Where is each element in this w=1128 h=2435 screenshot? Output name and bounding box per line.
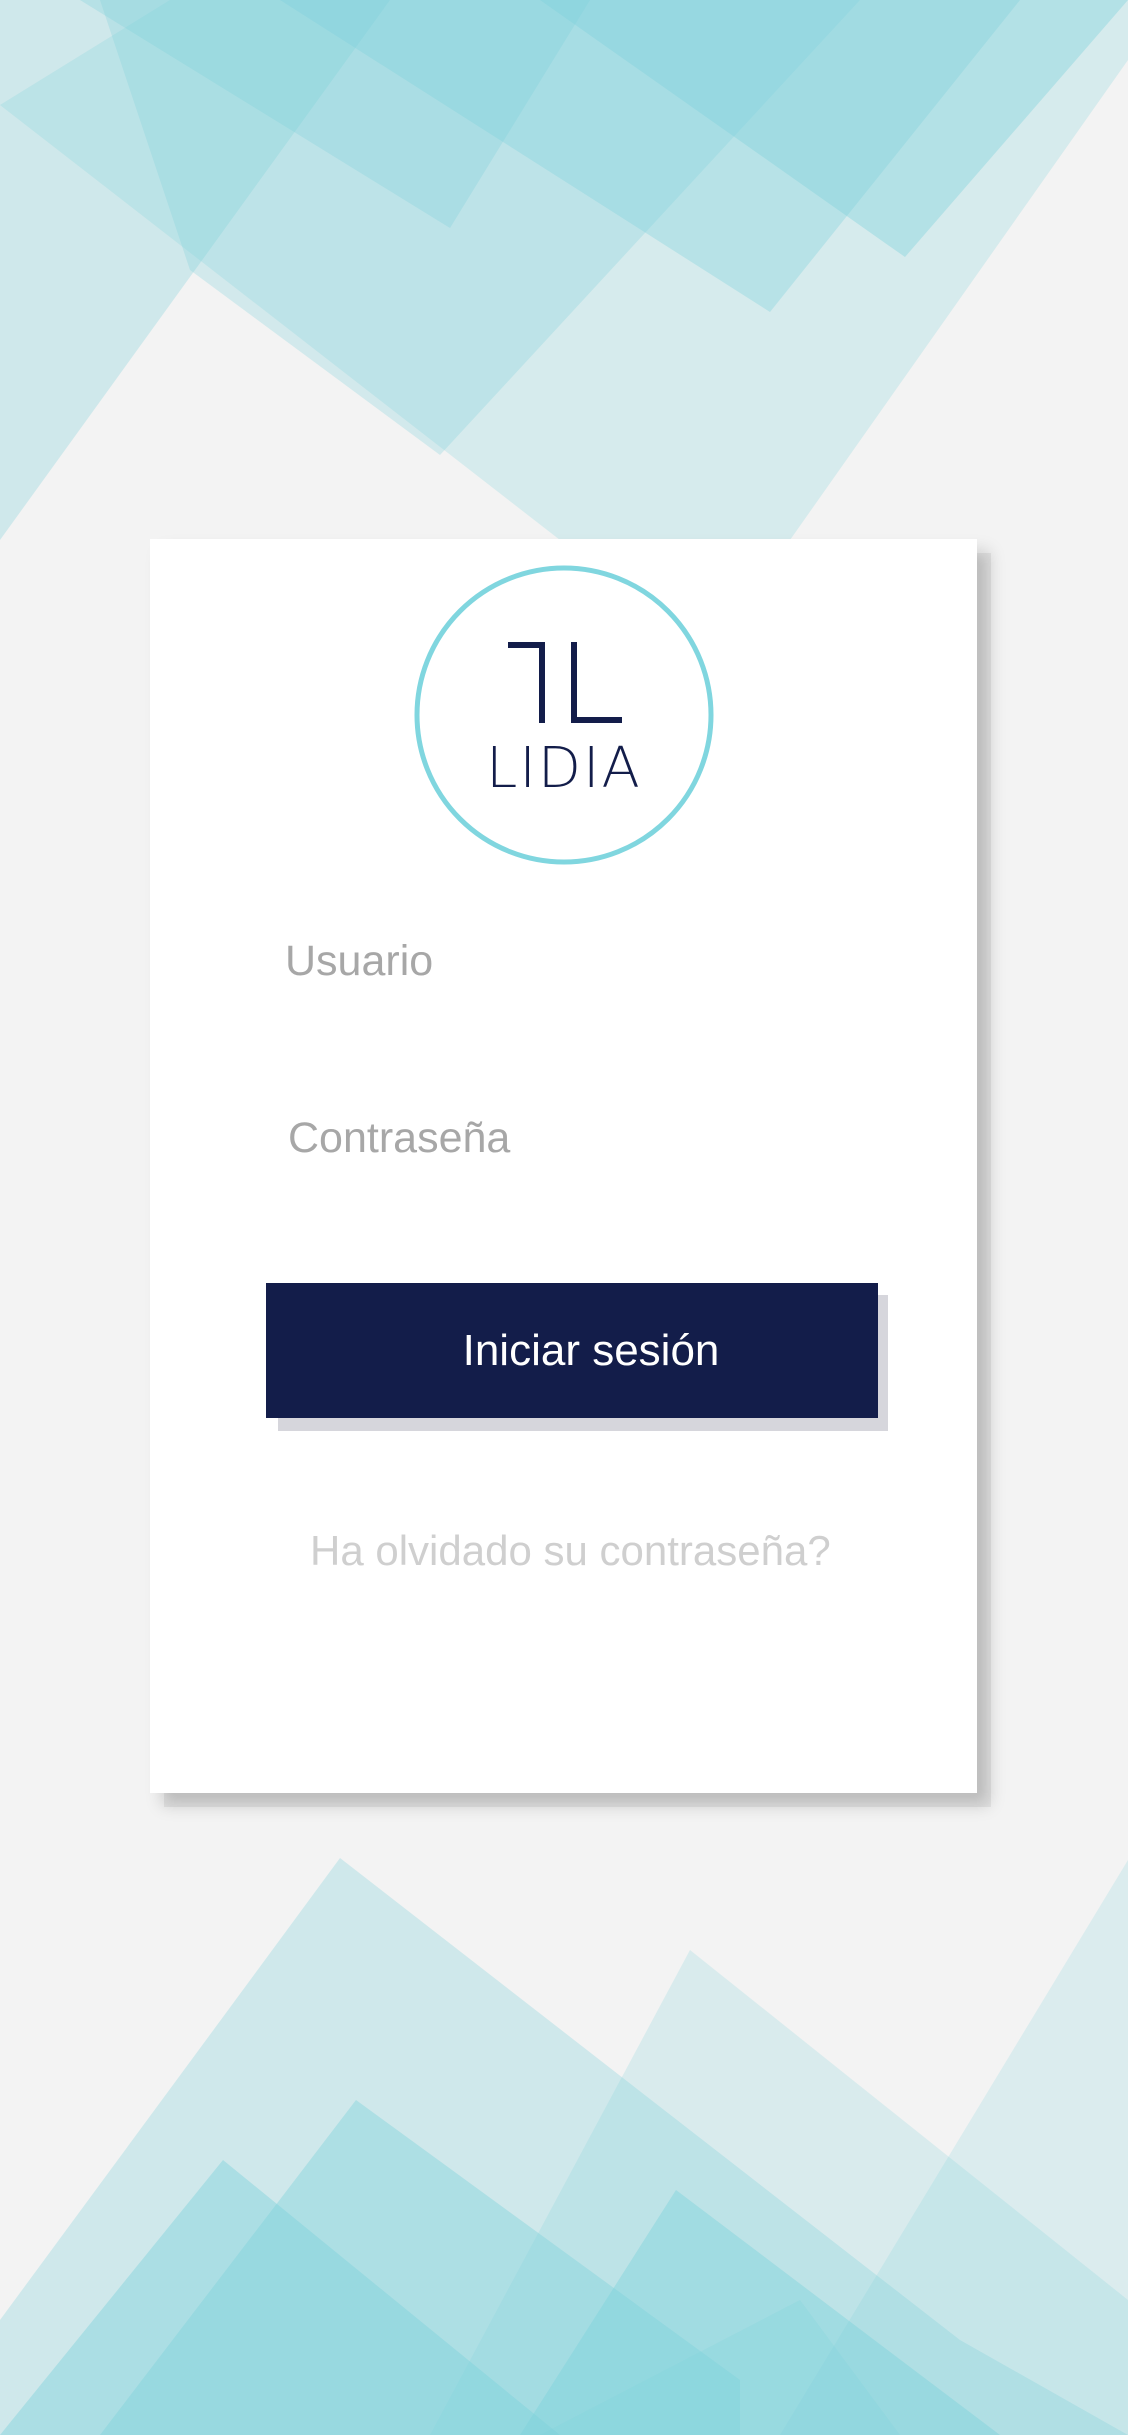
password-field[interactable]: Contraseña — [288, 1117, 510, 1160]
brand-name: LIDIA — [486, 736, 642, 801]
lidia-monogram-icon: LIDIA — [414, 565, 714, 865]
forgot-password-link[interactable]: Ha olvidado su contraseña? — [310, 1530, 831, 1572]
login-button[interactable]: Iniciar sesión — [266, 1283, 878, 1418]
login-button-label: Iniciar sesión — [462, 1325, 720, 1375]
logo: LIDIA — [414, 565, 714, 865]
login-screen: LIDIA Usuario Contraseña Iniciar sesión … — [0, 0, 1128, 2435]
username-field[interactable]: Usuario — [285, 940, 433, 983]
